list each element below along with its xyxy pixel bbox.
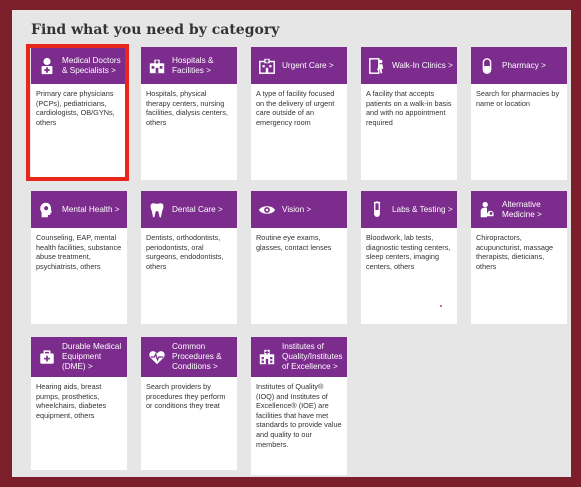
card-description: Search for pharmacies by name or locatio… (476, 89, 560, 108)
card-label: Vision > (282, 204, 312, 214)
card-label: Common Procedures & Conditions > (172, 342, 222, 371)
card-vision[interactable]: Vision > Routine eye exams, glasses, con… (251, 191, 347, 324)
card-description: Institutes of Quality® (IOQ) and Institu… (256, 382, 342, 449)
card-header[interactable]: Institutes of Quality/Institutes of Exce… (251, 337, 347, 377)
card-durable-medical-equipment[interactable]: Durable Medical Equipment (DME) > Hearin… (31, 337, 127, 470)
card-urgent-care[interactable]: Urgent Care > A type of facility focused… (251, 47, 347, 180)
card-header[interactable]: Medical Doctors & Specialists > (31, 47, 127, 84)
card-description: A type of facility focused on the delive… (256, 89, 335, 127)
card-walk-in-clinics[interactable]: Walk-In Clinics > A facility that accept… (361, 47, 457, 180)
card-label: Urgent Care > (282, 60, 334, 70)
card-alternative-medicine[interactable]: Alternative Medicine > Chiropractors, ac… (471, 191, 567, 324)
card-header[interactable]: Walk-In Clinics > (361, 47, 457, 84)
card-mental-health[interactable]: Mental Health > Counseling, EAP, mental … (31, 191, 127, 324)
card-description: Routine eye exams, glasses, contact lens… (256, 233, 332, 252)
card-header[interactable]: Labs & Testing > (361, 191, 457, 228)
card-header[interactable]: Hospitals & Facilities > (141, 47, 237, 84)
test-tube-icon (367, 200, 387, 220)
card-description: Dentists, orthodontists, periodontists, … (146, 233, 224, 271)
card-header[interactable]: Vision > (251, 191, 347, 228)
card-description: Search providers by procedures they perf… (146, 382, 226, 411)
walk-in-clinic-icon (367, 56, 387, 76)
card-common-procedures[interactable]: Common Procedures & Conditions > Search … (141, 337, 237, 470)
card-header[interactable]: Pharmacy > (471, 47, 567, 84)
card-label: Durable Medical Equipment (DME) > (62, 342, 122, 371)
medical-bag-icon (37, 347, 57, 367)
card-header[interactable]: Dental Care > (141, 191, 237, 228)
eye-icon (257, 200, 277, 220)
card-label: Walk-In Clinics > (392, 60, 453, 70)
tooth-icon (147, 200, 167, 220)
institute-icon (257, 347, 277, 367)
card-labs-testing[interactable]: Labs & Testing > Bloodwork, lab tests, d… (361, 191, 457, 324)
card-label: Dental Care > (172, 204, 223, 214)
card-description: Counseling, EAP, mental health facilitie… (36, 233, 122, 271)
card-label: Pharmacy > (502, 60, 546, 70)
card-label: Institutes of Quality/Institutes of Exce… (282, 342, 343, 371)
card-institutes-of-quality[interactable]: Institutes of Quality/Institutes of Exce… (251, 337, 347, 475)
card-description: A facility that accepts patients on a wa… (366, 89, 452, 127)
card-description: Hearing aids, breast pumps, prosthetics,… (36, 382, 107, 420)
card-label: Alternative Medicine > (502, 199, 542, 219)
card-label: Labs & Testing > (392, 204, 453, 214)
card-description: Bloodwork, lab tests, diagnostic testing… (366, 233, 451, 271)
pharmacy-icon (477, 56, 497, 76)
card-header[interactable]: Common Procedures & Conditions > (141, 337, 237, 377)
card-medical-doctors[interactable]: Medical Doctors & Specialists > Primary … (31, 47, 127, 177)
stray-red-dot (440, 305, 442, 307)
card-header[interactable]: Urgent Care > (251, 47, 347, 84)
card-description: Primary care physicians (PCPs), pediatri… (36, 89, 115, 127)
urgent-care-icon (257, 56, 277, 76)
card-header[interactable]: Mental Health > (31, 191, 127, 228)
card-pharmacy[interactable]: Pharmacy > Search for pharmacies by name… (471, 47, 567, 180)
card-description: Hospitals, physical therapy centers, nur… (146, 89, 228, 127)
card-label: Hospitals & Facilities > (172, 55, 214, 75)
heart-pulse-icon (147, 347, 167, 367)
card-hospitals[interactable]: Hospitals & Facilities > Hospitals, phys… (141, 47, 237, 180)
hospital-icon (147, 56, 167, 76)
card-dental-care[interactable]: Dental Care > Dentists, orthodontists, p… (141, 191, 237, 324)
card-label: Medical Doctors & Specialists > (62, 55, 121, 75)
mental-health-icon (37, 200, 57, 220)
card-header[interactable]: Durable Medical Equipment (DME) > (31, 337, 127, 377)
card-description: Chiropractors, acupuncturist, massage th… (476, 233, 554, 271)
page-title: Find what you need by category (31, 22, 280, 38)
card-label: Mental Health > (62, 204, 120, 214)
doctor-icon (37, 56, 57, 76)
card-header[interactable]: Alternative Medicine > (471, 191, 567, 228)
category-panel: Find what you need by category Medical D… (12, 10, 571, 477)
alternative-medicine-icon (477, 200, 497, 220)
